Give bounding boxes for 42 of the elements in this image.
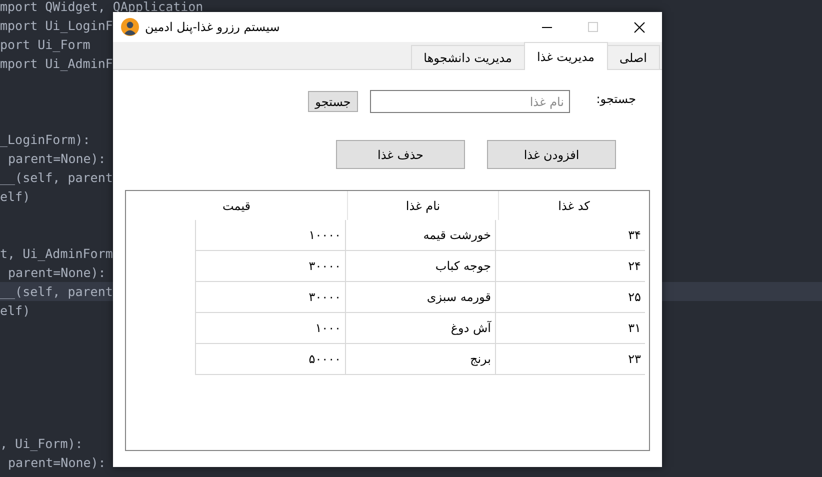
table-cell: ۲۵ bbox=[628, 290, 641, 304]
window-title: سیستم رزرو غذا-پنل ادمین bbox=[145, 20, 281, 34]
table-cell: ۳۰۰۰۰ bbox=[308, 259, 341, 273]
code-line: __(self, parent bbox=[0, 169, 113, 187]
code-line: parent=None): bbox=[7, 264, 106, 282]
search-field[interactable]: نام غذا bbox=[370, 90, 570, 113]
column-header[interactable]: کد غذا bbox=[498, 191, 649, 220]
code-line: , Ui_Form): bbox=[0, 435, 83, 453]
column-header[interactable]: نام غذا bbox=[347, 191, 498, 220]
code-line: elf) bbox=[0, 188, 30, 206]
column-header[interactable]: قیمت bbox=[126, 191, 347, 220]
table-cell: ۱۰۰۰۰ bbox=[308, 228, 341, 242]
table-cell: برنج bbox=[470, 352, 491, 366]
close-icon[interactable] bbox=[634, 22, 644, 32]
table-cell: آش دوغ bbox=[450, 321, 491, 335]
table-cell: خورشت قیمه bbox=[423, 228, 491, 242]
search-button[interactable]: جستجو bbox=[308, 91, 358, 112]
action-button[interactable]: حذف غذا bbox=[336, 140, 465, 169]
table-cell: ۵۰۰۰۰ bbox=[308, 352, 341, 366]
table-cell: ۳۱ bbox=[628, 321, 641, 335]
code-line: mport Ui_AdminF bbox=[0, 55, 113, 73]
action-button[interactable]: افزودن غذا bbox=[487, 140, 616, 169]
table-cell: ۲۴ bbox=[628, 259, 641, 273]
search-label: جستجو: bbox=[595, 92, 636, 106]
tab[interactable]: اصلی bbox=[606, 45, 660, 69]
table-cell: ۳۴ bbox=[628, 228, 641, 242]
tab[interactable]: مدیریت غذا bbox=[524, 42, 608, 70]
code-line: port Ui_Form bbox=[0, 36, 90, 54]
user-avatar-icon bbox=[121, 18, 139, 36]
code-line: parent=None): bbox=[7, 454, 106, 472]
table-cell: جوجه کباب bbox=[435, 259, 491, 273]
tab[interactable]: مدیریت دانشجوها bbox=[410, 45, 525, 69]
code-line: elf) bbox=[0, 302, 30, 320]
code-line: t, Ui_AdminForm bbox=[0, 245, 113, 263]
table-cell: قورمه سبزی bbox=[426, 290, 491, 304]
code-line: _LoginForm): bbox=[0, 131, 90, 149]
table-cell: ۳۰۰۰۰ bbox=[308, 290, 341, 304]
code-line: parent=None): bbox=[7, 150, 106, 168]
code-line: mport Ui_LoginF bbox=[0, 17, 113, 35]
table-cell: ۱۰۰۰ bbox=[315, 321, 341, 335]
table-cell: ۲۳ bbox=[628, 352, 641, 366]
code-line: mport QWidget, QApplication bbox=[0, 0, 204, 16]
